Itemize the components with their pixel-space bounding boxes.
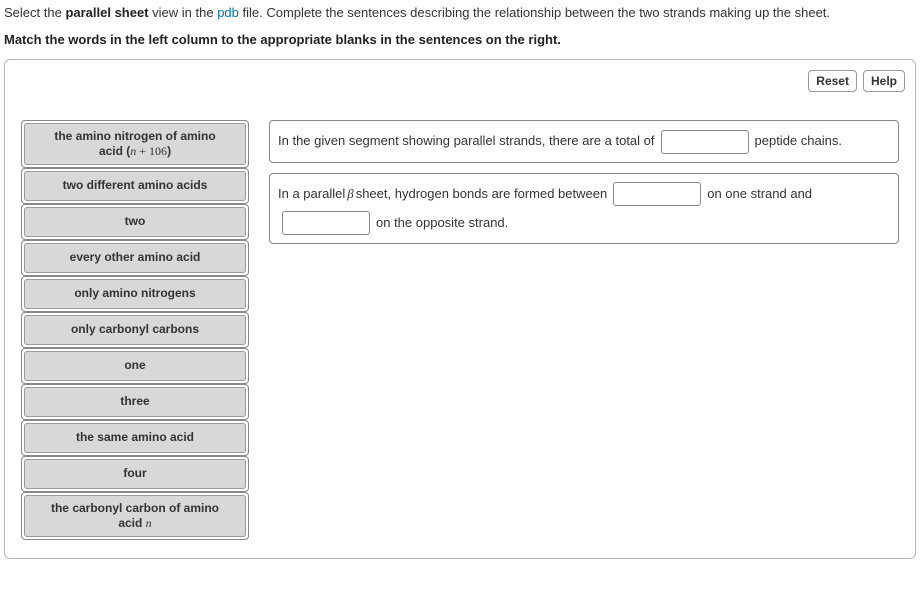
tile-carbonyl-carbon-n[interactable]: the carbonyl carbon of amino acid n	[24, 495, 246, 537]
q-mid: view in the	[149, 5, 218, 20]
tile-math: + 106	[136, 144, 167, 158]
tile-slot: two different amino acids	[21, 168, 249, 204]
tile-slot: the amino nitrogen of amino acid (n + 10…	[21, 120, 249, 168]
sentence-2: In a parallel β sheet, hydrogen bonds ar…	[269, 173, 899, 244]
panel: Reset Help the amino nitrogen of amino a…	[4, 59, 916, 559]
q-bold: parallel sheet	[65, 5, 148, 20]
top-buttons: Reset Help	[808, 70, 905, 92]
tile-text: the carbonyl carbon of amino	[51, 501, 219, 515]
tile-bank: the amino nitrogen of amino acid ( n + 10…	[21, 120, 249, 540]
tile-two-different-amino-acids[interactable]: two different amino acids	[24, 171, 246, 201]
pdb-link[interactable]: pdb	[217, 5, 239, 20]
tile-only-carbonyl-carbons[interactable]: only carbonyl carbons	[24, 315, 246, 345]
tile-slot: the same amino acid	[21, 420, 249, 456]
beta-symbol: β	[347, 182, 353, 207]
tile-slot: three	[21, 384, 249, 420]
sentence-text: sheet, hydrogen bonds are formed between	[356, 182, 608, 207]
tile-text: )	[167, 144, 171, 158]
sentence-text: In the given segment showing parallel st…	[278, 129, 655, 154]
tile-text: acid	[118, 516, 145, 530]
tile-slot: only amino nitrogens	[21, 276, 249, 312]
tile-same-amino-acid[interactable]: the same amino acid	[24, 423, 246, 453]
q-prefix: Select the	[4, 5, 65, 20]
sentence-1: In the given segment showing parallel st…	[269, 120, 899, 163]
sentence-text: peptide chains.	[755, 129, 842, 154]
tile-text: acid (	[99, 144, 130, 158]
tile-slot: two	[21, 204, 249, 240]
instruction: Match the words in the left column to th…	[4, 32, 916, 47]
help-button[interactable]: Help	[863, 70, 905, 92]
tile-slot: the carbonyl carbon of amino acid n	[21, 492, 249, 540]
drop-target-1[interactable]	[661, 130, 749, 154]
tile-text: the amino nitrogen of amino	[54, 129, 215, 143]
tile-slot: every other amino acid	[21, 240, 249, 276]
sentence-text: on the opposite strand.	[376, 211, 508, 236]
question-text: Select the parallel sheet view in the pd…	[4, 4, 916, 22]
drop-target-3[interactable]	[282, 211, 370, 235]
content: the amino nitrogen of amino acid ( n + 10…	[21, 120, 899, 540]
tile-one[interactable]: one	[24, 351, 246, 381]
tile-two[interactable]: two	[24, 207, 246, 237]
sentence-text: In a parallel	[278, 182, 345, 207]
tile-only-amino-nitrogens[interactable]: only amino nitrogens	[24, 279, 246, 309]
tile-four[interactable]: four	[24, 459, 246, 489]
tile-every-other-amino-acid[interactable]: every other amino acid	[24, 243, 246, 273]
sentence-text: on one strand and	[707, 182, 812, 207]
tile-amino-nitrogen-n106[interactable]: the amino nitrogen of amino acid (n + 10…	[24, 123, 246, 165]
sentences: In the given segment showing parallel st…	[269, 120, 899, 540]
tile-math: n	[146, 516, 152, 530]
tile-slot: four	[21, 456, 249, 492]
drop-target-2[interactable]	[613, 182, 701, 206]
tile-slot: one	[21, 348, 249, 384]
reset-button[interactable]: Reset	[808, 70, 857, 92]
tile-slot: only carbonyl carbons	[21, 312, 249, 348]
q-tail: file. Complete the sentences describing …	[239, 5, 830, 20]
tile-three[interactable]: three	[24, 387, 246, 417]
